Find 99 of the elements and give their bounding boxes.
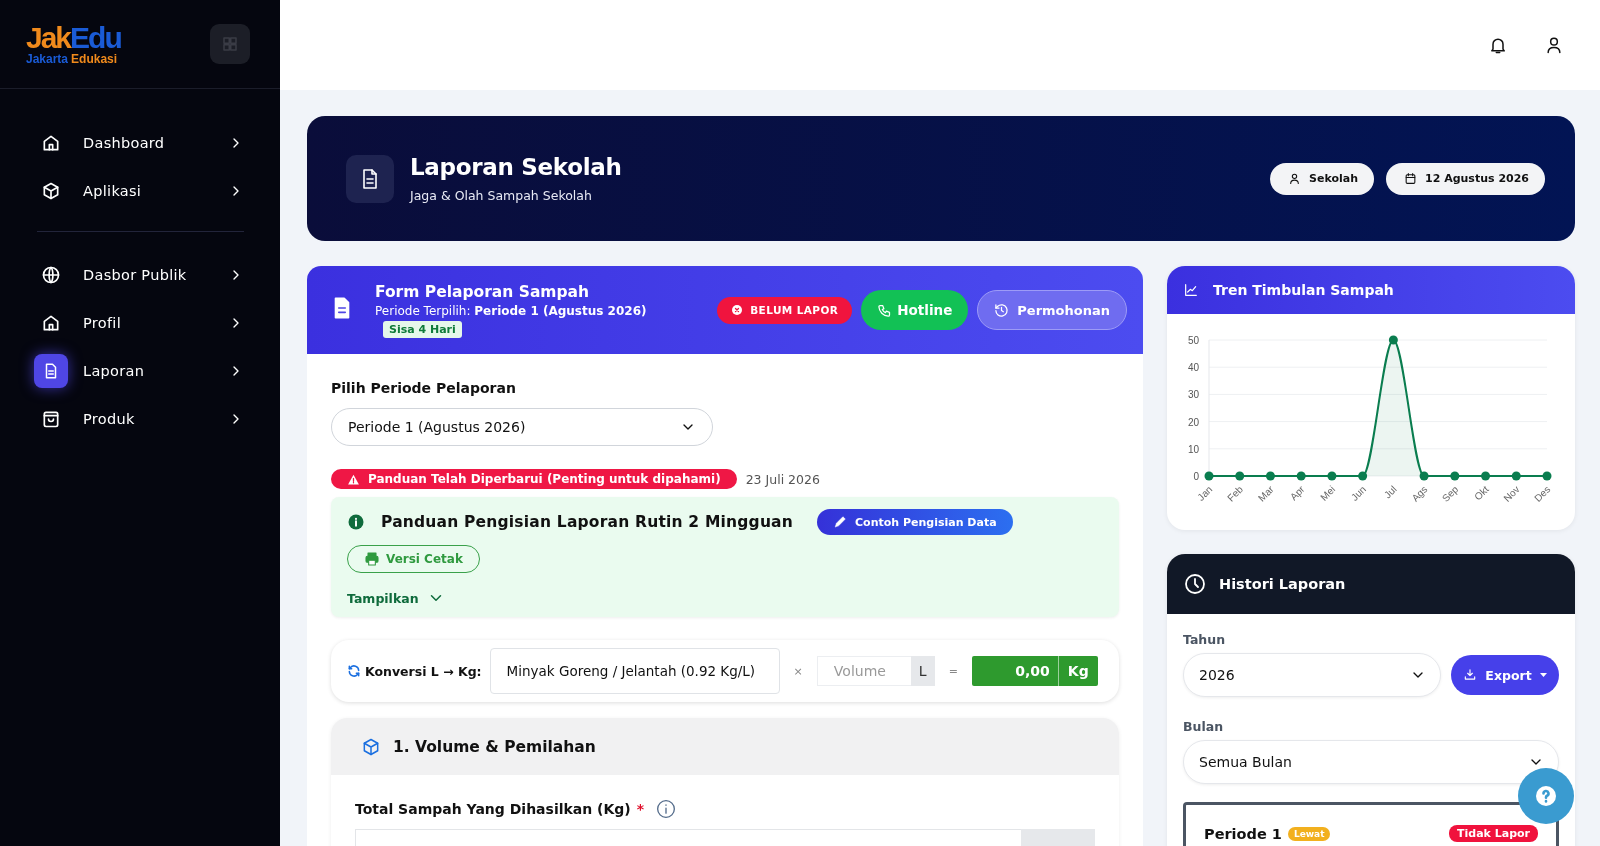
user-icon <box>1288 172 1302 185</box>
axis-label: Des <box>1532 483 1553 504</box>
converter-label: Konversi L → Kg: <box>347 663 482 679</box>
cancel-icon <box>731 304 744 316</box>
data-point <box>1450 471 1460 481</box>
data-point <box>1204 471 1214 481</box>
example-button[interactable]: Contoh Pengisian Data <box>817 509 1013 535</box>
data-point <box>1235 471 1245 481</box>
volume-field[interactable]: Volume <box>816 656 911 686</box>
home-icon <box>41 133 61 153</box>
refresh-icon <box>347 664 361 678</box>
field-label: Pilih Periode Pelaporan <box>331 380 517 396</box>
pencil-icon <box>833 515 847 529</box>
axis-label: Jul <box>1381 483 1399 501</box>
calendar-icon <box>1404 172 1417 185</box>
info-icon <box>656 799 677 819</box>
remaining-badge: Sisa 4 Hari <box>383 320 462 338</box>
year-select[interactable]: 2026 <box>1183 653 1441 697</box>
page-title: Laporan Sekolah <box>410 154 623 180</box>
bag-icon <box>41 409 61 429</box>
data-point <box>1327 471 1337 481</box>
request-button[interactable]: Permohonan <box>977 290 1127 330</box>
data-point <box>1265 471 1275 481</box>
sidebar-item[interactable]: Laporan <box>34 353 244 389</box>
axis-label: Nov <box>1501 483 1522 504</box>
axis-label: 10 <box>1187 443 1199 455</box>
field-label: Bulan <box>1183 719 1225 734</box>
status-badge: Tidak Lapor <box>1449 825 1538 842</box>
data-point <box>1388 335 1398 345</box>
month-select[interactable]: Semua Bulan <box>1183 740 1559 784</box>
axis-label: Sep <box>1439 483 1461 504</box>
multiply-sign: × <box>793 664 803 678</box>
axis-label: Ags <box>1409 483 1430 504</box>
axis-label: Apr <box>1287 483 1307 503</box>
warning-icon <box>347 472 360 486</box>
axis-label: Feb <box>1225 483 1246 504</box>
axis-label: 40 <box>1187 362 1199 374</box>
material-select[interactable]: Minyak Goreng / Jelantah (0.92 Kg/L) <box>489 648 780 694</box>
data-point <box>1358 471 1368 481</box>
line-chart-icon <box>1183 282 1199 298</box>
field-label: Total Sampah Yang Dihasilkan (Kg) <box>355 801 631 817</box>
sidebar-item[interactable]: Dasbor Publik <box>34 257 244 293</box>
axis-label: 0 <box>1193 471 1199 482</box>
axis-label: Okt <box>1472 483 1491 503</box>
grid-menu-button[interactable] <box>210 24 250 64</box>
data-point <box>1542 471 1552 481</box>
phone-icon <box>877 302 893 318</box>
field-label: Tahun <box>1183 632 1227 647</box>
update-notice-badge: Panduan Telah Diperbarui (Penting untuk dipahami) <box>331 469 737 489</box>
data-point <box>1511 471 1521 481</box>
result-field: 0,00 Kg <box>971 656 1098 686</box>
unit-label: L <box>910 656 935 686</box>
data-point <box>1296 471 1306 481</box>
sidebar-item[interactable]: Profil <box>34 305 244 341</box>
period-info: Periode Terpilih: Periode 1 (Agustus 2026) <box>375 303 648 318</box>
cube-icon <box>41 181 61 201</box>
home-icon <box>41 313 61 333</box>
status-badge: BELUM LAPOR <box>717 296 853 324</box>
logo[interactable]: JakEdu Jakarta Edukasi <box>26 23 121 65</box>
printer-icon <box>364 551 380 567</box>
export-button[interactable]: Export <box>1451 655 1559 695</box>
section-title: 1. Volume & Pemilahan <box>393 737 596 756</box>
axis-label: Mei <box>1318 483 1338 503</box>
required-mark: * <box>636 801 645 817</box>
axis-label: 20 <box>1187 416 1199 428</box>
period-name: Periode 1 <box>1204 825 1282 842</box>
axis-label: Mar <box>1255 483 1276 504</box>
notice-date: 23 Juli 2026 <box>745 471 820 487</box>
account-button[interactable] <box>1544 35 1564 55</box>
clock-icon <box>1183 572 1207 596</box>
axis-label: Jun <box>1348 483 1369 503</box>
axis-label: 30 <box>1187 389 1199 401</box>
data-point <box>1419 471 1429 481</box>
info-chip: 12 Agustus 2026 <box>1386 162 1545 195</box>
history-icon <box>994 302 1010 318</box>
axis-label: Jan <box>1195 483 1215 503</box>
page-subtitle: Jaga & Olah Sampah Sekolah <box>410 188 593 203</box>
user-icon <box>1544 35 1564 55</box>
info-icon <box>347 513 365 531</box>
question-icon <box>1534 784 1558 808</box>
sidebar-item[interactable]: Dashboard <box>34 125 244 161</box>
show-toggle[interactable]: Tampilkan <box>347 589 445 607</box>
sidebar-item[interactable]: Produk <box>34 401 244 437</box>
guide-title: Panduan Pengisian Laporan Rutin 2 Mingguan <box>381 513 793 531</box>
period-select[interactable]: Periode 1 (Agustus 2026) <box>331 408 713 446</box>
card-title: Histori Laporan <box>1219 576 1346 592</box>
sidebar-item[interactable]: Aplikasi <box>34 173 244 209</box>
late-badge: Lewat <box>1287 826 1331 841</box>
grid-icon <box>221 35 239 53</box>
info-chip: Sekolah <box>1270 162 1374 195</box>
globe-icon <box>41 265 61 285</box>
card-title: Tren Timbulan Sampah <box>1213 282 1394 298</box>
cube-icon <box>361 736 381 757</box>
form-title: Form Pelaporan Sampah <box>375 282 591 301</box>
axis-label: 50 <box>1187 335 1199 346</box>
caret-icon <box>1539 673 1547 677</box>
download-icon <box>1463 668 1478 682</box>
data-point <box>1481 471 1491 481</box>
equals-sign: = <box>948 664 958 678</box>
